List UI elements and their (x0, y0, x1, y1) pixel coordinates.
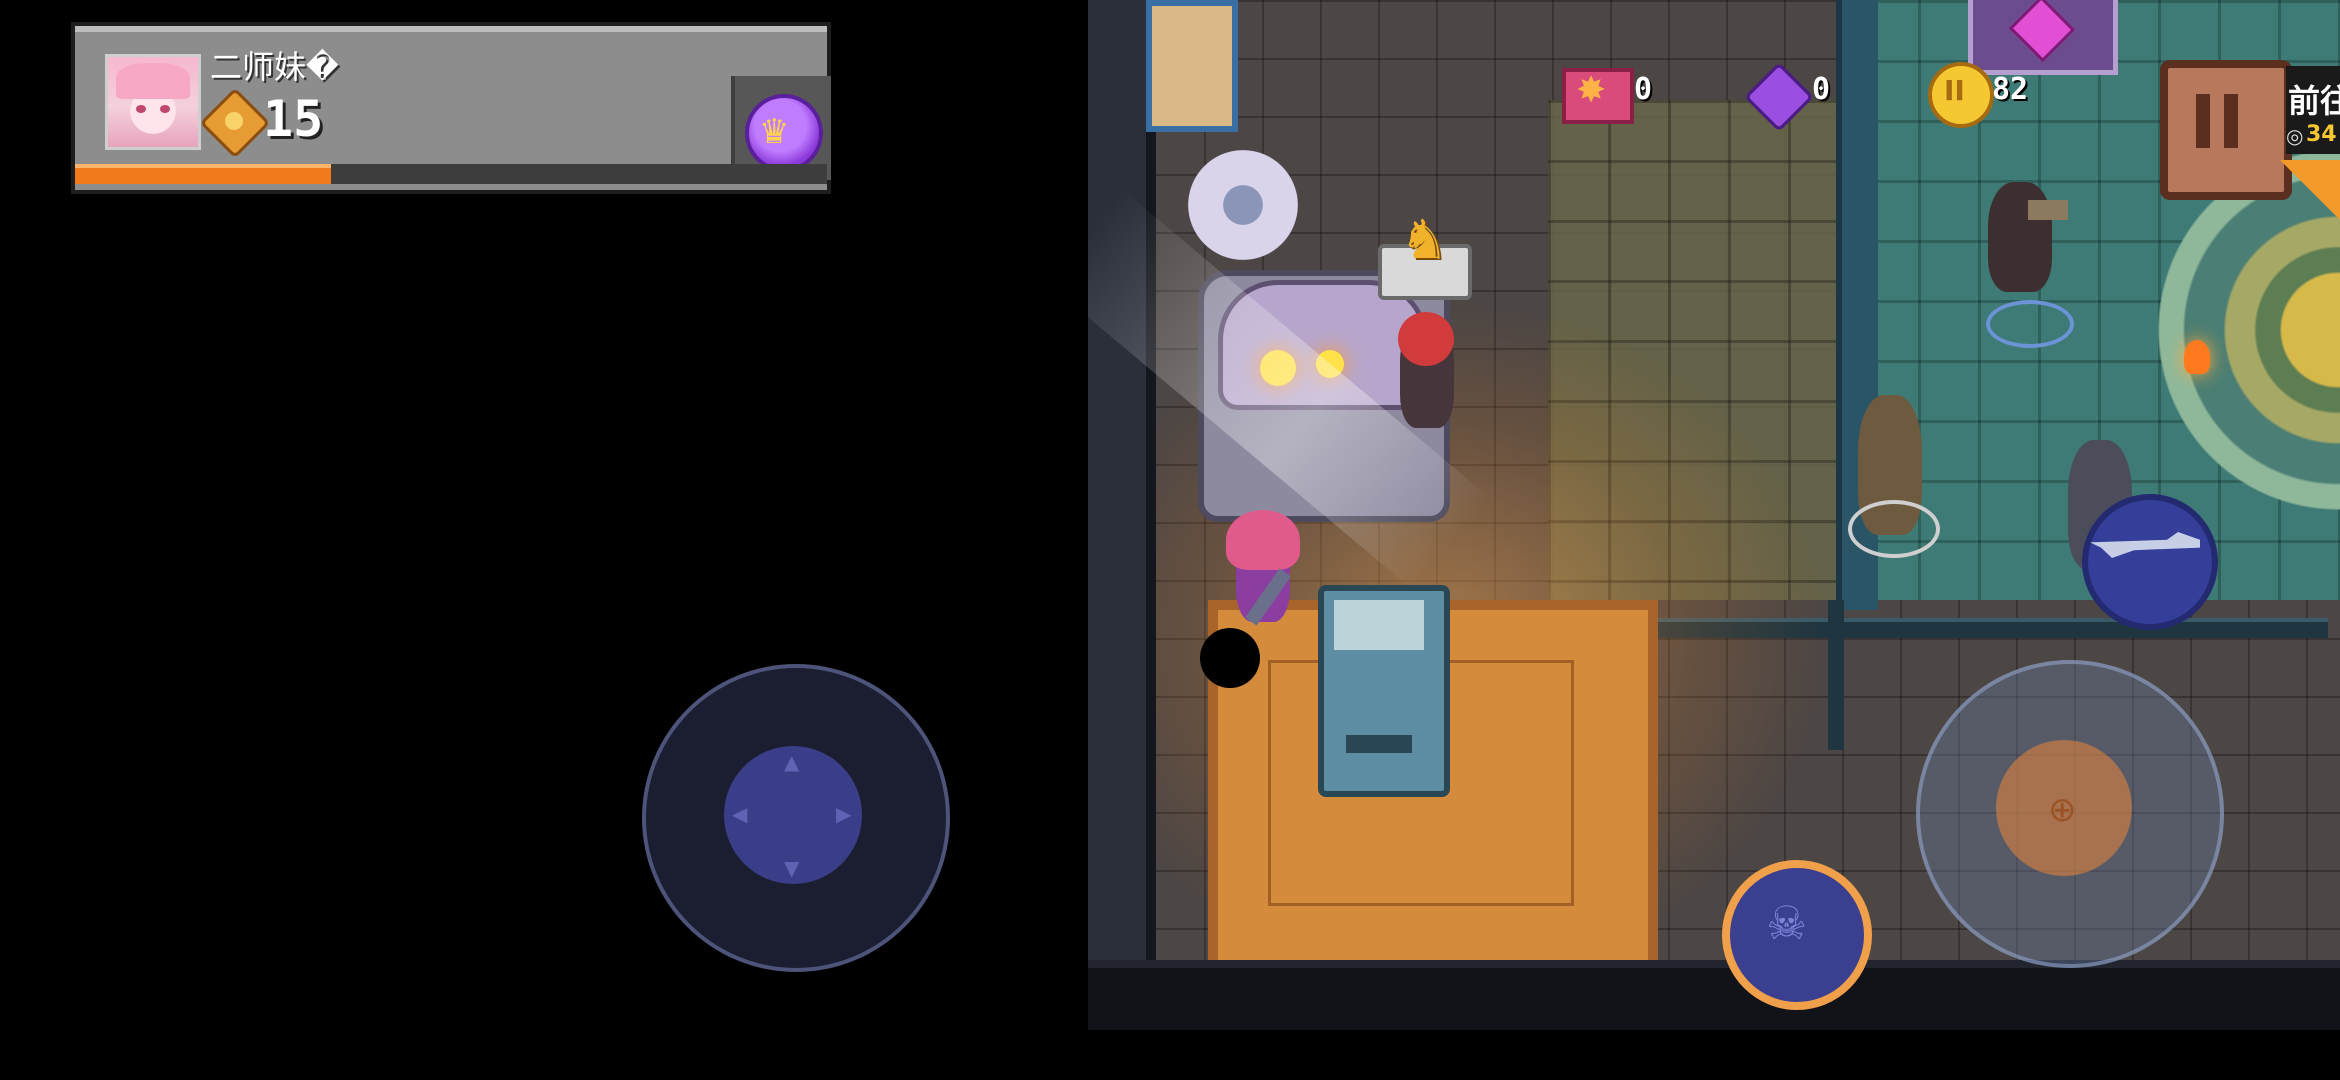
objective-count: 34 (2306, 122, 2337, 147)
pedestal-slot (1346, 735, 1412, 753)
weapon-swap-button[interactable] (2082, 494, 2218, 630)
left-wall (1088, 0, 1156, 1030)
avatar[interactable] (105, 54, 201, 150)
ticket-star-icon: ✸ (1576, 70, 1607, 111)
pause-icon (2196, 94, 2210, 148)
gem-count: 0 (1812, 72, 1831, 107)
crown-icon: ♛ (759, 112, 790, 152)
pause-icon (2224, 94, 2238, 148)
pedestal-top (1334, 600, 1424, 650)
floor-pipe-vertical (1828, 600, 1844, 750)
enemy-beak (2028, 200, 2068, 220)
lightning-skull-skill-icon: ☠ (1766, 896, 1808, 950)
joystick-right-arrow-icon: ▶ (836, 802, 852, 826)
crosshair-icon: ⊕ (2048, 790, 2077, 830)
golden-statue-icon: ♞ (1400, 208, 1449, 271)
coin-mark-icon: II (1944, 74, 1965, 107)
joystick-up-arrow-icon: ▲ (784, 750, 800, 774)
ticket-count: 0 (1634, 72, 1653, 107)
objective-title: 前往 (2288, 82, 2340, 120)
avatar-hair (116, 63, 190, 99)
wall-banner (1146, 0, 1238, 132)
torch-flame (2184, 340, 2210, 374)
npc-red-hood-head (1398, 312, 1454, 366)
enemy-target-ring (1848, 500, 1940, 558)
player-level: 15 (263, 90, 324, 148)
hero-shadow (1200, 628, 1260, 688)
rank-badge-center (225, 112, 243, 130)
player-info-panel[interactable]: 二师妹� 15 ♛ (75, 26, 831, 190)
enemy-target-ring (1986, 300, 2074, 348)
avatar-eye (160, 105, 170, 113)
player-name: 二师妹� (210, 48, 339, 86)
xp-bar-highlight (75, 164, 331, 168)
objective-timer-icon: ◎ (2286, 124, 2304, 148)
enemy-plague-doctor[interactable] (1988, 182, 2052, 292)
avatar-eye (136, 105, 146, 113)
joystick-down-arrow-icon: ▼ (784, 856, 800, 880)
mech-orb (1188, 150, 1298, 260)
joystick-left-arrow-icon: ◀ (732, 802, 748, 826)
bottom-wall (1088, 960, 2340, 1030)
hero-hair (1226, 510, 1300, 570)
coin-count: 82 (1992, 72, 2029, 107)
